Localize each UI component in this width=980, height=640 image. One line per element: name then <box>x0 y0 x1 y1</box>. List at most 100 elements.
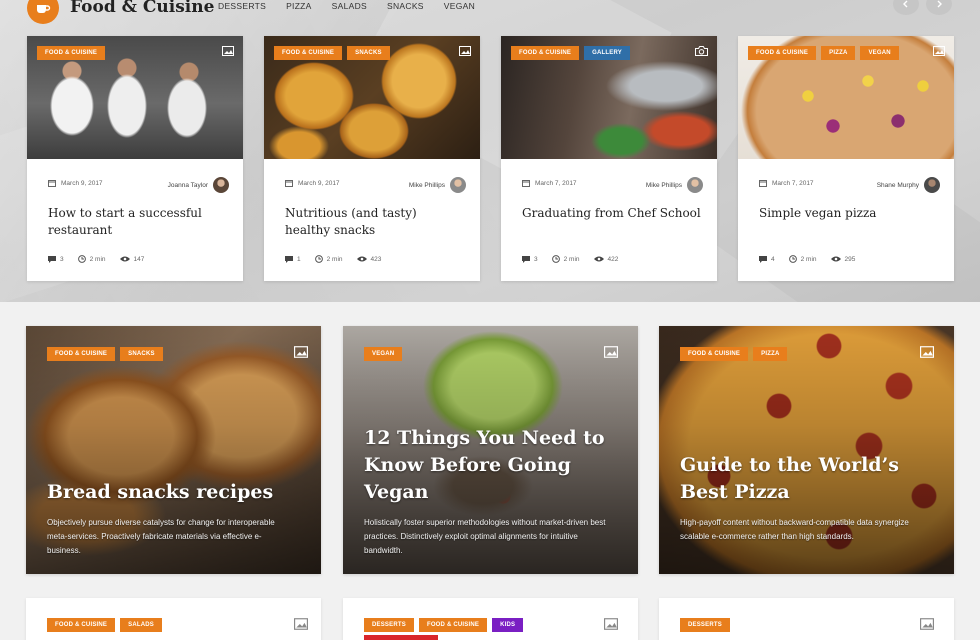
view-count: 295 <box>844 255 856 263</box>
category-tag[interactable]: KIDS <box>492 618 524 632</box>
nav-salads[interactable]: SALADS <box>332 1 367 11</box>
featured-title[interactable]: Guide to the World’s Best Pizza <box>680 452 935 506</box>
slider-next-button[interactable] <box>926 0 952 15</box>
post-thumbnail[interactable]: FOOD & CUISINE PIZZA VEGAN <box>738 36 954 159</box>
nav-snacks[interactable]: SNACKS <box>387 1 424 11</box>
post-card[interactable]: DESSERTS FOOD & CUISINE KIDS <box>343 598 638 640</box>
category-tags: DESSERTS FOOD & CUISINE KIDS <box>364 618 524 632</box>
category-tag[interactable]: FOOD & CUISINE <box>511 46 580 60</box>
category-tag[interactable]: FOOD & CUISINE <box>680 347 749 361</box>
date-text: March 9, 2017 <box>61 179 103 187</box>
category-tag[interactable]: FOOD & CUISINE <box>274 46 343 60</box>
post-thumbnail[interactable]: FOOD & CUISINE GALLERY <box>501 36 717 159</box>
post-title[interactable]: Nutritious (and tasty) healthy snacks <box>285 205 465 239</box>
post-title[interactable]: Simple vegan pizza <box>759 205 939 222</box>
category-tag[interactable]: VEGAN <box>860 46 899 60</box>
category-tag[interactable]: DESSERTS <box>364 618 414 632</box>
category-tag[interactable]: PIZZA <box>821 46 856 60</box>
post-author[interactable]: Joanna Taylor <box>168 177 229 193</box>
category-tag-partial[interactable] <box>364 635 438 640</box>
post-thumbnail[interactable]: FOOD & CUISINE <box>27 36 243 159</box>
site-title[interactable]: Food & Cuisine <box>70 0 214 17</box>
eye-icon <box>593 256 604 262</box>
featured-post[interactable]: VEGAN 12 Things You Need to Know Before … <box>343 326 638 574</box>
post-date: March 7, 2017 <box>759 179 814 187</box>
nav-desserts[interactable]: DESSERTS <box>218 1 266 11</box>
category-tag[interactable]: PIZZA <box>753 347 788 361</box>
nav-pizza[interactable]: PIZZA <box>286 1 312 11</box>
view-count: 423 <box>370 255 382 263</box>
image-icon <box>920 618 934 630</box>
author-avatar[interactable] <box>213 177 229 193</box>
image-icon <box>294 618 308 630</box>
author-name[interactable]: Mike Phillips <box>646 182 682 189</box>
view-count: 422 <box>607 255 619 263</box>
author-avatar[interactable] <box>687 177 703 193</box>
post-date: March 9, 2017 <box>285 179 340 187</box>
category-tags: FOOD & CUISINE <box>37 46 106 60</box>
image-icon <box>222 46 234 56</box>
post-card[interactable]: DESSERTS <box>659 598 954 640</box>
comment-count: 1 <box>297 255 301 263</box>
post-author[interactable]: Shane Murphy <box>877 177 940 193</box>
featured-title[interactable]: Bread snacks recipes <box>47 479 302 506</box>
category-tags: VEGAN <box>364 347 403 361</box>
clock-icon <box>77 255 86 263</box>
author-avatar[interactable] <box>924 177 940 193</box>
post-title[interactable]: Graduating from Chef School <box>522 205 702 222</box>
post-card[interactable]: FOOD & CUISINE SALADS <box>26 598 321 640</box>
post-card[interactable]: FOOD & CUISINE PIZZA VEGAN March 7, 2017… <box>738 36 954 281</box>
eye-icon <box>830 256 841 262</box>
post-card[interactable]: FOOD & CUISINE GALLERY March 7, 2017 Mik… <box>501 36 717 281</box>
post-card[interactable]: FOOD & CUISINE SNACKS March 9, 2017 Mike… <box>264 36 480 281</box>
cup-logo-icon[interactable] <box>27 0 59 24</box>
author-name[interactable]: Mike Phillips <box>409 182 445 189</box>
category-tags: FOOD & CUISINE SNACKS <box>274 46 390 60</box>
category-tag[interactable]: SALADS <box>120 618 163 632</box>
view-count: 147 <box>133 255 145 263</box>
category-tag[interactable]: GALLERY <box>584 46 630 60</box>
featured-post[interactable]: FOOD & CUISINE PIZZA Guide to the World’… <box>659 326 954 574</box>
featured-title[interactable]: 12 Things You Need to Know Before Going … <box>364 425 619 506</box>
read-time: 2 min <box>563 255 580 263</box>
date-text: March 7, 2017 <box>535 179 577 187</box>
category-tag[interactable]: FOOD & CUISINE <box>748 46 817 60</box>
featured-excerpt: Holistically foster superior methodologi… <box>364 518 606 555</box>
category-tags: FOOD & CUISINE SNACKS <box>47 347 163 361</box>
chevron-left-icon <box>903 0 908 8</box>
author-avatar[interactable] <box>450 177 466 193</box>
post-date: March 7, 2017 <box>522 179 577 187</box>
category-tag[interactable]: FOOD & CUISINE <box>418 618 488 632</box>
featured-post[interactable]: FOOD & CUISINE SNACKS Bread snacks recip… <box>26 326 321 574</box>
post-title[interactable]: How to start a successful restaurant <box>48 205 228 239</box>
comment-count: 3 <box>60 255 64 263</box>
category-tag[interactable]: FOOD & CUISINE <box>37 46 106 60</box>
category-tag[interactable]: SNACKS <box>120 347 163 361</box>
post-card[interactable]: FOOD & CUISINE March 9, 2017 Joanna Tayl… <box>27 36 243 281</box>
slider-prev-button[interactable] <box>893 0 919 15</box>
comment-count: 4 <box>771 255 775 263</box>
eye-icon <box>119 256 130 262</box>
main-nav: DESSERTS PIZZA SALADS SNACKS VEGAN <box>218 1 495 11</box>
read-time: 2 min <box>89 255 106 263</box>
category-tag[interactable]: SNACKS <box>347 46 390 60</box>
site-header: Food & Cuisine DESSERTS PIZZA SALADS SNA… <box>0 0 980 24</box>
image-icon <box>459 46 471 56</box>
post-date: March 9, 2017 <box>48 179 103 187</box>
category-tag[interactable]: VEGAN <box>364 347 403 361</box>
post-stats: 1 2 min 423 <box>285 255 395 263</box>
image-icon <box>920 346 934 358</box>
comment-count: 3 <box>534 255 538 263</box>
category-tag[interactable]: DESSERTS <box>680 618 730 632</box>
author-name[interactable]: Joanna Taylor <box>168 182 208 189</box>
category-tag[interactable]: FOOD & CUISINE <box>47 618 116 632</box>
date-text: March 9, 2017 <box>298 179 340 187</box>
comment-icon <box>48 255 56 263</box>
author-name[interactable]: Shane Murphy <box>877 182 919 189</box>
post-author[interactable]: Mike Phillips <box>409 177 466 193</box>
category-tag[interactable]: FOOD & CUISINE <box>47 347 116 361</box>
post-thumbnail[interactable]: FOOD & CUISINE SNACKS <box>264 36 480 159</box>
comment-icon <box>522 255 530 263</box>
post-author[interactable]: Mike Phillips <box>646 177 703 193</box>
nav-vegan[interactable]: VEGAN <box>444 1 475 11</box>
